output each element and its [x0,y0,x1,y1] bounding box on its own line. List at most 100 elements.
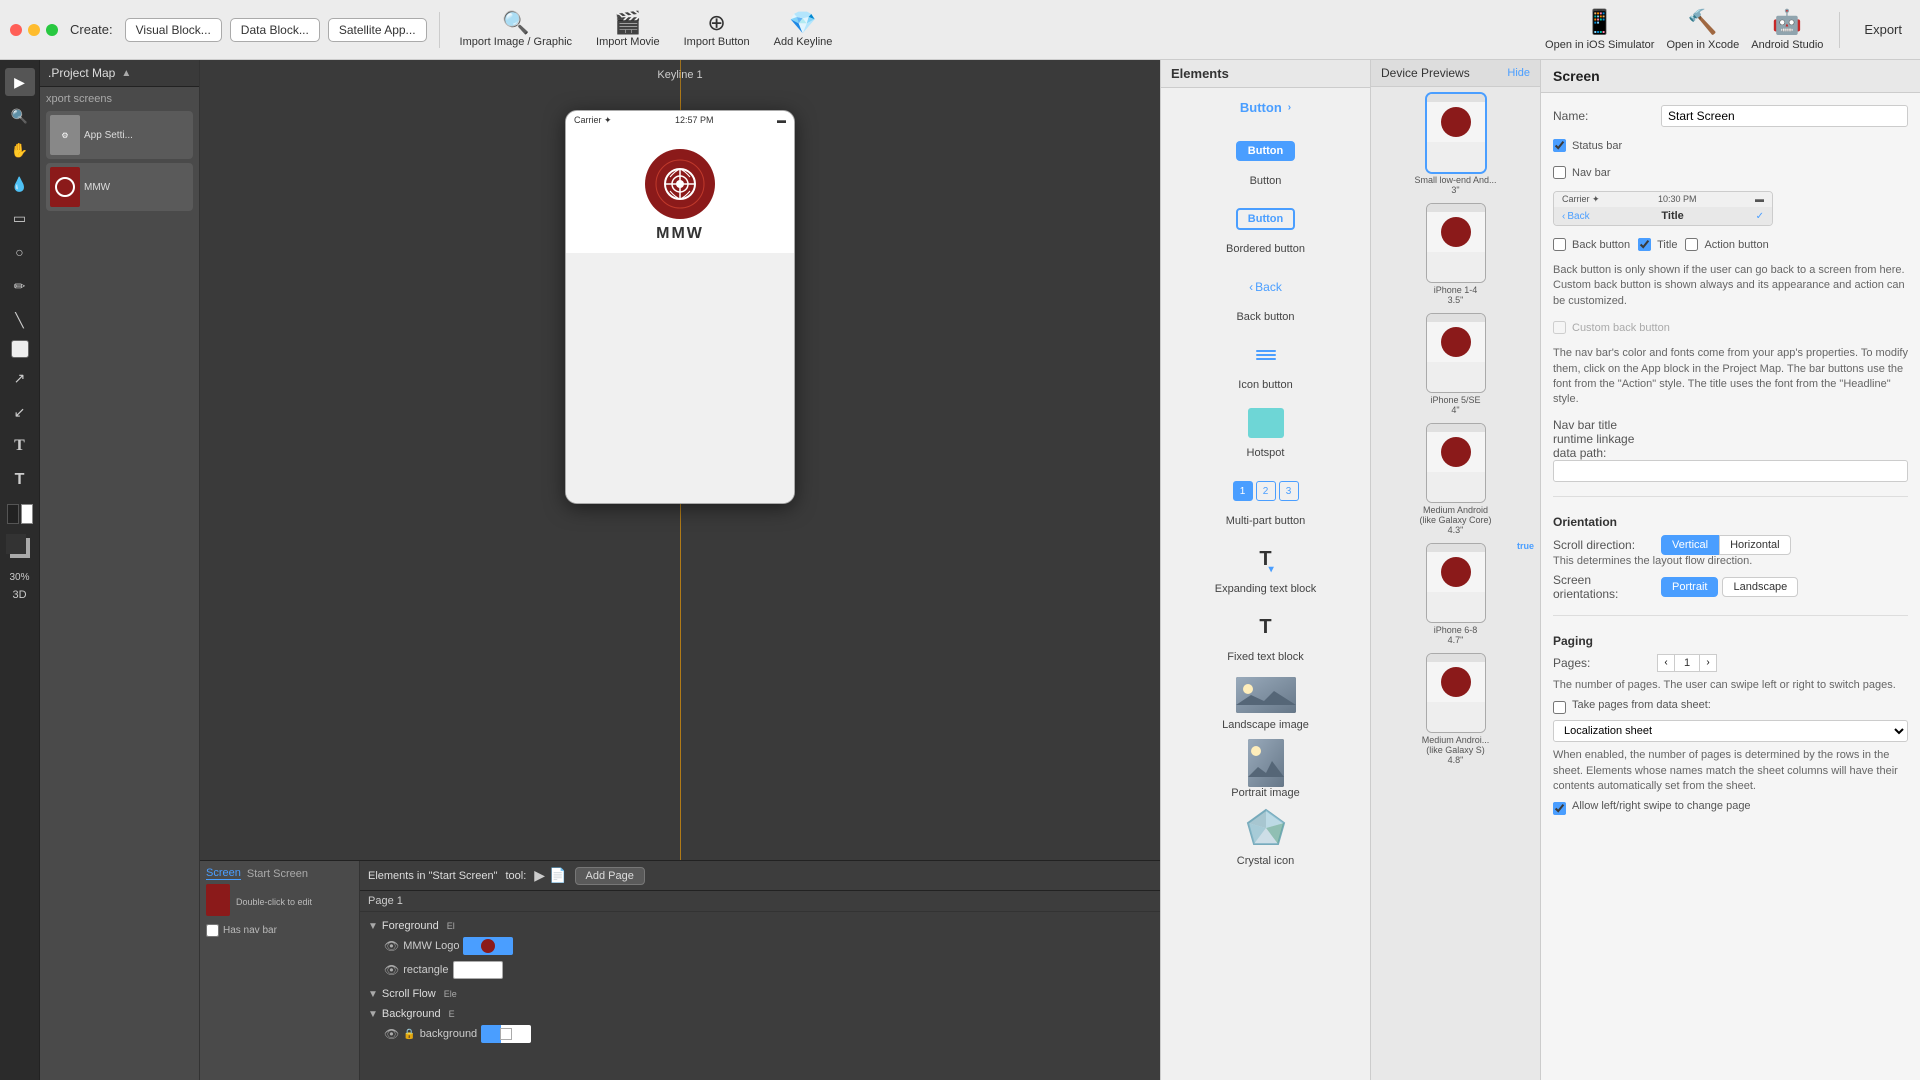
ios-simulator-label: Open in iOS Simulator [1545,39,1654,51]
element-crystal[interactable]: Crystal icon [1169,811,1362,867]
tool-ellipse[interactable]: ○ [5,238,35,266]
page-label: Page 1 [360,891,1160,912]
element-landscape-image[interactable]: Landscape image [1169,675,1362,731]
device-small-android[interactable]: Small low-end And...3" [1377,93,1534,195]
element-multi-button[interactable]: 1 2 3 Multi-part button [1169,471,1362,527]
visual-block-button[interactable]: Visual Block... [125,18,222,42]
export-screens-label[interactable]: xport screens [46,93,193,105]
select-tool-icon[interactable]: ▶ [534,867,545,884]
title-cb[interactable] [1638,238,1651,251]
element-hotspot[interactable]: Hotspot [1169,403,1362,459]
action-button-cb[interactable] [1685,238,1698,251]
screen-orientations-row: Screen orientations: Portrait Landscape [1553,573,1908,601]
project-map-header: .Project Map ▲ [40,60,199,87]
tool-pencil[interactable]: ✏ [5,272,35,300]
element-back-button[interactable]: ‹Back Back button [1169,267,1362,323]
device-iphone5se[interactable]: iPhone 5/SE4" [1377,313,1534,415]
tool-layers[interactable] [6,534,34,562]
layer-mmwlogo[interactable]: 👁 MMW Logo [368,934,1152,958]
allow-swipe-checkbox[interactable] [1553,802,1566,815]
element-button[interactable]: Button Button [1169,131,1362,187]
eye-icon-mmwlogo[interactable]: 👁 [384,939,399,953]
add-keyline-action[interactable]: 💎 Add Keyline [766,10,841,50]
export-button[interactable]: Export [1856,22,1910,37]
name-input[interactable] [1661,105,1908,127]
tool-rectangle[interactable]: ▭ [5,204,35,232]
eye-icon-bg[interactable]: 👁 [384,1027,399,1041]
ios-simulator-button[interactable]: 📱 Open in iOS Simulator [1545,8,1654,51]
portrait-button[interactable]: Portrait [1661,577,1718,597]
pages-decrement[interactable]: ‹ [1657,654,1675,672]
screen-item-appsettings[interactable]: ⚙ App Setti... [46,111,193,159]
data-block-button[interactable]: Data Block... [230,18,320,42]
xcode-button[interactable]: 🔨 Open in Xcode [1666,8,1739,51]
landscape-button[interactable]: Landscape [1722,577,1798,597]
back-button-cb[interactable] [1553,238,1566,251]
lock-icon-bg[interactable]: 🔒 [403,1029,415,1040]
pages-increment[interactable]: › [1699,654,1717,672]
foreground-header[interactable]: ▼ Foreground El [368,918,1152,934]
import-image-graphic-action[interactable]: 🔍 Import Image / Graphic [452,10,581,50]
pages-stepper: ‹ 1 › [1657,654,1717,672]
device-medium-android2-label: Medium Androi...(like Galaxy S)4.8" [1422,735,1490,765]
element-icon-button[interactable]: Icon button [1169,335,1362,391]
add-page-button[interactable]: Add Page [575,867,645,885]
tool-line[interactable]: ╲ [5,306,35,334]
nav-title: Title [1661,210,1683,222]
screen-panel: Screen Start Screen Double-click to edit… [200,861,360,1080]
has-nav-bar-checkbox[interactable] [206,924,219,937]
right-panel-content: Name: Status bar Nav bar Carrier ✦ 10:30… [1541,93,1920,1080]
window-close[interactable] [10,24,22,36]
window-maximize[interactable] [46,24,58,36]
device-medium-android[interactable]: Medium Android(like Galaxy Core)4.3" [1377,423,1534,535]
layer-background[interactable]: 👁 🔒 background [368,1022,1152,1046]
custom-back-button-cb[interactable] [1553,321,1566,334]
view-3d[interactable]: 3D [12,589,26,601]
icon-button-label: Icon button [1238,379,1292,391]
add-element-icon[interactable]: 📄 [549,867,566,884]
device-iphone14[interactable]: iPhone 1-43.5" [1377,203,1534,305]
take-pages-checkbox[interactable] [1553,701,1566,714]
satellite-app-button[interactable]: Satellite App... [328,18,427,42]
background-header[interactable]: ▼ Background E [368,1006,1152,1022]
element-bordered-button[interactable]: Button Bordered button [1169,199,1362,255]
status-bar-checkbox[interactable] [1553,139,1566,152]
device-iphone68[interactable]: true iPhone 6-84.7" [1377,543,1534,645]
element-expanding-text[interactable]: T▾ Expanding text block [1169,539,1362,595]
button-group-header[interactable]: Button › [1169,96,1362,119]
scroll-horizontal-button[interactable]: Horizontal [1719,535,1791,555]
element-portrait-image[interactable]: Portrait image [1169,743,1362,799]
android-studio-button[interactable]: 🤖 Android Studio [1751,8,1823,51]
tool-magnify[interactable]: 🔍 [5,102,35,130]
tool-text-sans[interactable]: T [5,466,35,494]
tool-droplet[interactable]: 💧 [5,170,35,198]
layer-rectangle[interactable]: 👁 rectangle [368,958,1152,982]
scroll-flow-header[interactable]: ▼ Scroll Flow Ele [368,986,1152,1002]
screen-tab[interactable]: Screen [206,867,241,880]
import-button-action[interactable]: ⊕ Import Button [676,10,758,50]
nav-color-desc: The nav bar's color and fonts come from … [1553,346,1908,408]
nav-back: ‹ Back [1562,211,1590,222]
tool-square-filled[interactable] [11,340,29,358]
nav-bar-checkbox[interactable] [1553,166,1566,179]
scroll-vertical-button[interactable]: Vertical [1661,535,1719,555]
canvas-content[interactable]: Carrier ✦ 12:57 PM ▬ [200,90,1160,860]
tool-cursor[interactable]: ▶ [5,68,35,96]
localization-select[interactable]: Localization sheet [1553,720,1908,742]
tool-cursor-alt[interactable]: ↙ [5,398,35,426]
pages-row: Pages: ‹ 1 › [1553,654,1908,672]
window-minimize[interactable] [28,24,40,36]
allow-swipe-label: Allow left/right swipe to change page [1572,800,1751,812]
element-fixed-text[interactable]: T Fixed text block [1169,607,1362,663]
tool-cursor-plus[interactable]: ↗ [5,364,35,392]
start-screen-tab[interactable]: Start Screen [247,868,308,880]
import-movie-action[interactable]: 🎬 Import Movie [588,10,668,50]
tool-color-swatch[interactable] [5,500,35,528]
tool-text-serif[interactable]: T [5,432,35,460]
screen-item-mmw[interactable]: MMW [46,163,193,211]
tool-hand[interactable]: ✋ [5,136,35,164]
linkage-input[interactable] [1553,460,1908,482]
eye-icon-rect[interactable]: 👁 [384,963,399,977]
hide-previews-button[interactable]: Hide [1507,67,1530,79]
device-medium-android2[interactable]: Medium Androi...(like Galaxy S)4.8" [1377,653,1534,765]
